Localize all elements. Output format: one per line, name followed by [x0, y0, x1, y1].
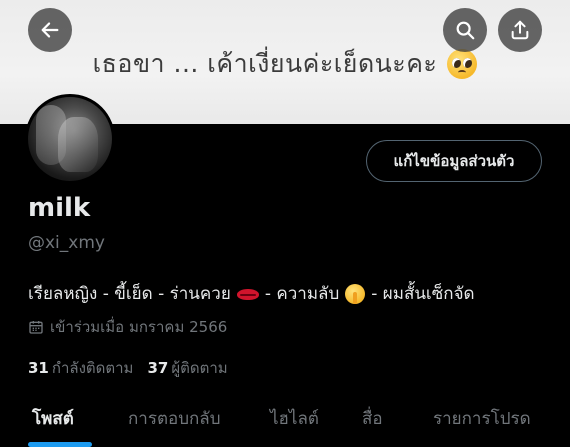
shushing-face-emoji: [345, 283, 366, 304]
tab-replies[interactable]: การตอบกลับ: [128, 405, 221, 432]
banner-text: เธอขา ... เค้าเงี่ยนค่ะเย็ดนะคะ: [92, 49, 438, 78]
profile-bio: เรียลหญิง - ขี้เย็ด - ร่านควย - ความลับ …: [28, 280, 475, 307]
share-button[interactable]: [498, 8, 542, 52]
profile-handle: @xi_xmy: [28, 233, 105, 253]
tab-posts[interactable]: โพสต์: [32, 405, 74, 432]
followers-label: ผู้ติดตาม: [171, 359, 228, 377]
arrow-left-icon: [41, 22, 59, 38]
back-button[interactable]: [28, 8, 72, 52]
active-tab-indicator: [28, 442, 92, 447]
tab-highlights[interactable]: ไฮไลต์: [270, 405, 319, 432]
calendar-icon: [29, 321, 43, 334]
share-icon: [511, 20, 529, 40]
avatar[interactable]: [25, 94, 115, 184]
search-icon: [456, 21, 475, 40]
following-label: กำลังติดตาม: [51, 359, 134, 377]
search-button[interactable]: [443, 8, 487, 52]
edit-profile-button[interactable]: แก้ไขข้อมูลส่วนตัว: [366, 140, 542, 182]
bio-text-3: - ผมสั้นเซ็กจัด: [371, 284, 475, 304]
joined-date: เข้าร่วมเมื่อ มกราคม 2566: [28, 315, 227, 339]
profile-name: milk: [28, 193, 91, 223]
followers-count: 37: [147, 359, 169, 377]
banner-caption: เธอขา ... เค้าเงี่ยนค่ะเย็ดนะคะ: [0, 44, 570, 84]
pleading-face-emoji: [447, 49, 478, 79]
following-count: 31: [28, 359, 49, 377]
follow-stats: 31 กำลังติดตาม 37 ผู้ติดตาม: [28, 356, 228, 380]
profile-tabs: โพสต์ การตอบกลับ ไฮไลต์ สื่อ รายการโปรด: [0, 395, 570, 447]
joined-text: เข้าร่วมเมื่อ มกราคม 2566: [50, 318, 228, 336]
tab-likes[interactable]: รายการโปรด: [433, 405, 531, 432]
followers-link[interactable]: 37 ผู้ติดตาม: [147, 356, 227, 380]
bio-text-1: เรียลหญิง - ขี้เย็ด - ร่านควย: [28, 284, 231, 304]
tab-media[interactable]: สื่อ: [362, 405, 383, 432]
bio-text-2: - ความลับ: [264, 284, 340, 304]
kiss-mark-emoji: [236, 287, 259, 301]
following-link[interactable]: 31 กำลังติดตาม: [28, 356, 133, 380]
